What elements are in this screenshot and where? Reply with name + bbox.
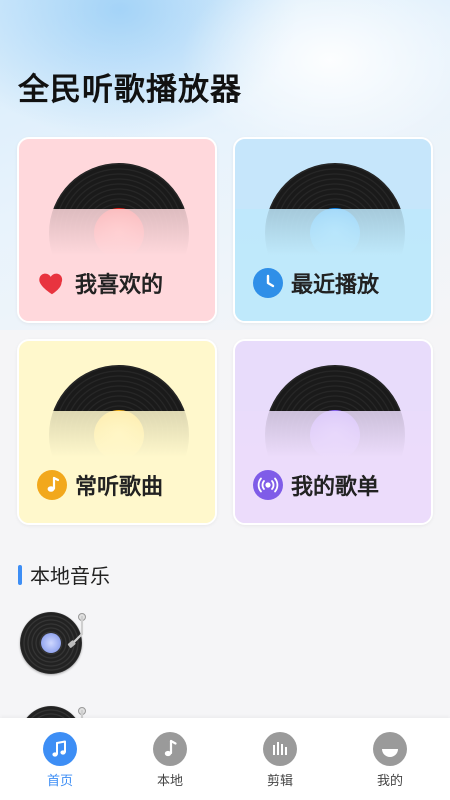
clock-icon bbox=[253, 268, 283, 298]
card-sleeve bbox=[235, 209, 431, 321]
card-frequent-label-row: 常听歌曲 bbox=[37, 469, 163, 501]
card-recent[interactable]: 最近播放 bbox=[233, 137, 433, 323]
card-recent-title: 最近播放 bbox=[291, 273, 380, 298]
card-sleeve bbox=[19, 411, 215, 523]
card-frequent[interactable]: 常听歌曲 bbox=[17, 339, 217, 525]
card-sleeve bbox=[235, 411, 431, 523]
card-sleeve bbox=[19, 209, 215, 321]
equalizer-icon bbox=[263, 732, 297, 766]
card-playlists-title: 我的歌单 bbox=[291, 475, 380, 500]
tab-local-label: 本地 bbox=[156, 774, 183, 789]
tab-me[interactable]: 我的 bbox=[350, 732, 430, 789]
section-local-music: 本地音乐 bbox=[18, 560, 110, 589]
playlist-radio-icon bbox=[253, 470, 283, 500]
heart-icon bbox=[37, 268, 67, 298]
music-note-icon bbox=[37, 470, 67, 500]
card-favorites-label-row: 我喜欢的 bbox=[37, 267, 163, 299]
card-frequent-title: 常听歌曲 bbox=[75, 475, 164, 500]
card-favorites-title: 我喜欢的 bbox=[75, 273, 164, 298]
tab-edit-label: 剪辑 bbox=[266, 774, 293, 789]
card-playlists-label-row: 我的歌单 bbox=[253, 469, 379, 501]
music-note-icon bbox=[153, 732, 187, 766]
bottom-tab-bar: 首页 本地 剪辑 我的 bbox=[0, 718, 450, 800]
section-local-music-title: 本地音乐 bbox=[30, 564, 110, 588]
profile-icon bbox=[373, 732, 407, 766]
tab-home[interactable]: 首页 bbox=[20, 732, 100, 789]
tab-edit[interactable]: 剪辑 bbox=[240, 732, 320, 789]
card-recent-label-row: 最近播放 bbox=[253, 267, 379, 299]
tab-home-label: 首页 bbox=[46, 774, 73, 789]
tab-me-label: 我的 bbox=[376, 774, 403, 789]
tonearm-icon bbox=[67, 613, 86, 648]
app-title: 全民听歌播放器 bbox=[18, 72, 242, 108]
section-accent-bar bbox=[18, 564, 22, 585]
music-note-icon bbox=[43, 732, 77, 766]
local-music-item[interactable] bbox=[20, 612, 86, 678]
card-playlists[interactable]: 我的歌单 bbox=[233, 339, 433, 525]
card-favorites[interactable]: 我喜欢的 bbox=[17, 137, 217, 323]
tab-local[interactable]: 本地 bbox=[130, 732, 210, 789]
